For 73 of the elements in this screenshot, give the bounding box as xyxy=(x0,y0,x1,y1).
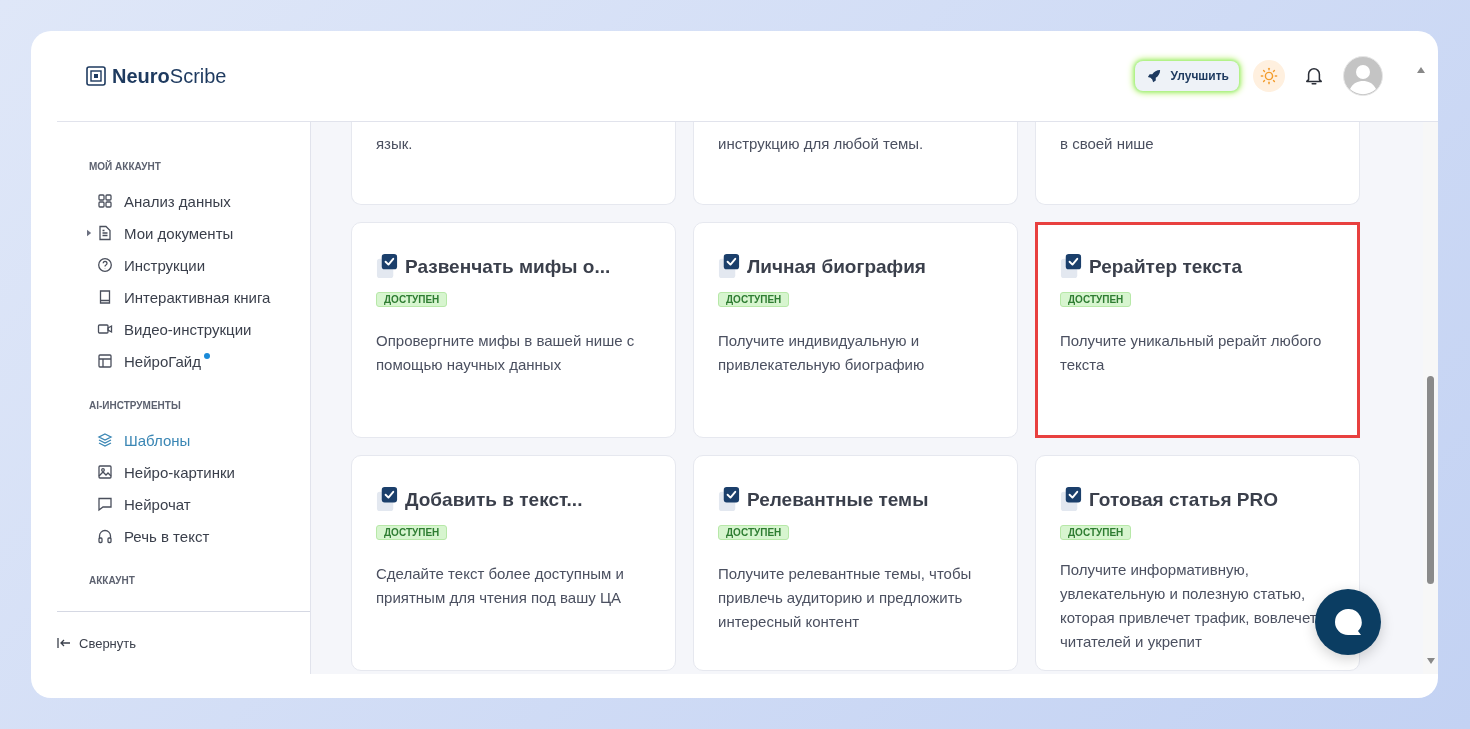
status-badge: ДОСТУПЕН xyxy=(1060,525,1132,540)
scrollbar-thumb[interactable] xyxy=(1427,376,1434,584)
sidebar-item[interactable]: НейроГайд xyxy=(97,345,310,377)
template-card[interactable]: в своей нише xyxy=(1035,122,1360,205)
scroll-down-icon[interactable] xyxy=(1427,658,1435,664)
card-description: инструкцию для любой темы. xyxy=(718,134,925,154)
section-label: АККАУНТ xyxy=(89,575,136,586)
template-card[interactable]: Развенчать мифы о... ДОСТУПЕН Опровергните мифы в вашей нише с помощью научных данных xyxy=(351,222,676,438)
card-title: Рерайтер текста xyxy=(1089,255,1242,278)
rocket-icon xyxy=(1146,69,1161,83)
template-card[interactable]: язык. xyxy=(351,122,676,205)
card-title: Личная биография xyxy=(747,255,926,278)
theme-toggle-button[interactable] xyxy=(1253,60,1285,92)
template-card[interactable]: Личная биография ДОСТУПЕН Получите индивидуальную и привлекательную биографию xyxy=(693,222,1018,438)
template-card[interactable]: инструкцию для любой темы. xyxy=(693,122,1018,205)
menu-item-icon xyxy=(97,289,113,305)
card-description: Опровергните мифы в вашей нише с помощью научных данных xyxy=(376,331,636,375)
card-title: Добавить в текст... xyxy=(405,488,583,511)
logo-text[interactable]: NeuroScribe xyxy=(112,64,227,88)
sun-icon xyxy=(1260,67,1278,85)
card-description: в своей нише xyxy=(1060,134,1155,154)
status-badge: ДОСТУПЕН xyxy=(376,292,448,307)
collapse-button[interactable]: Свернуть xyxy=(57,635,136,651)
status-badge: ДОСТУПЕН xyxy=(718,525,790,540)
status-badge: ДОСТУПЕН xyxy=(1060,292,1132,307)
checked-document-icon xyxy=(376,253,399,280)
sidebar-item[interactable]: Речь в текст xyxy=(97,520,310,552)
menu-item-icon xyxy=(97,225,113,241)
checked-document-icon xyxy=(718,486,741,513)
sidebar-item[interactable]: Интерактивная книга xyxy=(97,281,310,313)
collapse-icon xyxy=(57,637,71,649)
card-description: Получите уникальный рерайт любого текста xyxy=(1060,331,1323,375)
card-description: Получите индивидуальную и привлекательную биографию xyxy=(718,331,926,375)
menu-item-icon xyxy=(97,353,113,369)
menu-item-icon xyxy=(97,528,113,544)
sidebar-item[interactable]: Шаблоны xyxy=(97,424,310,456)
sidebar-item[interactable]: Мои документы xyxy=(97,217,310,249)
template-card[interactable]: Готовая статья PRO ДОСТУПЕН Получите информативную, увлекательную и полезную статью, которая привлечет трафик, вовлечет читателей и укрепит xyxy=(1035,455,1360,671)
sidebar-item[interactable]: Инструкции xyxy=(97,249,310,281)
menu-item-icon xyxy=(97,464,113,480)
sidebar-item[interactable]: Нейро-картинки xyxy=(97,456,310,488)
checked-document-icon xyxy=(718,253,741,280)
status-badge: ДОСТУПЕН xyxy=(376,525,448,540)
upgrade-button[interactable]: Улучшить xyxy=(1134,61,1239,91)
logo-icon xyxy=(86,66,106,86)
checked-document-icon xyxy=(376,486,399,513)
card-description: Получите информативную, увлекательную и полезную статью, которая привлечет трафик, вовлечет читателей и укрепит xyxy=(1060,560,1318,652)
scroll-up-icon[interactable] xyxy=(1417,67,1425,73)
template-card[interactable]: Рерайтер текста ДОСТУПЕН Получите уникальный рерайт любого текста xyxy=(1035,222,1360,438)
section-label: AI-ИНСТРУМЕНТЫ xyxy=(89,400,182,411)
menu-item-icon xyxy=(97,257,113,273)
template-card[interactable]: Релевантные темы ДОСТУПЕН Получите релевантные темы, чтобы привлечь аудиторию и предложить интересный контент xyxy=(693,455,1018,671)
menu-item-icon xyxy=(97,496,113,512)
checked-document-icon xyxy=(1060,486,1083,513)
card-description: язык. xyxy=(376,134,414,154)
template-card[interactable]: Добавить в текст... ДОСТУПЕН Сделайте текст более доступным и приятным для чтения под вашу ЦА xyxy=(351,455,676,671)
card-title: Готовая статья PRO xyxy=(1089,488,1278,511)
sidebar-item[interactable]: Нейрочат xyxy=(97,488,310,520)
menu-item-icon xyxy=(97,193,113,209)
menu-item-icon xyxy=(97,432,113,448)
card-title: Релевантные темы xyxy=(747,488,929,511)
card-title: Развенчать мифы о... xyxy=(405,255,611,278)
sidebar-item[interactable]: Видео-инструкции xyxy=(97,313,310,345)
bell-icon[interactable] xyxy=(1305,66,1323,86)
sidebar-item[interactable]: Анализ данных xyxy=(97,185,310,217)
section-label: МОЙ АККАУНТ xyxy=(89,161,162,172)
checked-document-icon xyxy=(1060,253,1083,280)
card-description: Сделайте текст более доступным и приятным для чтения под вашу ЦА xyxy=(376,564,625,608)
status-badge: ДОСТУПЕН xyxy=(718,292,790,307)
caret-icon[interactable] xyxy=(87,229,92,237)
menu-item-icon xyxy=(97,321,113,337)
card-description: Получите релевантные темы, чтобы привлечь аудиторию и предложить интересный контент xyxy=(718,564,973,632)
speech-bubble-icon xyxy=(1333,607,1363,637)
